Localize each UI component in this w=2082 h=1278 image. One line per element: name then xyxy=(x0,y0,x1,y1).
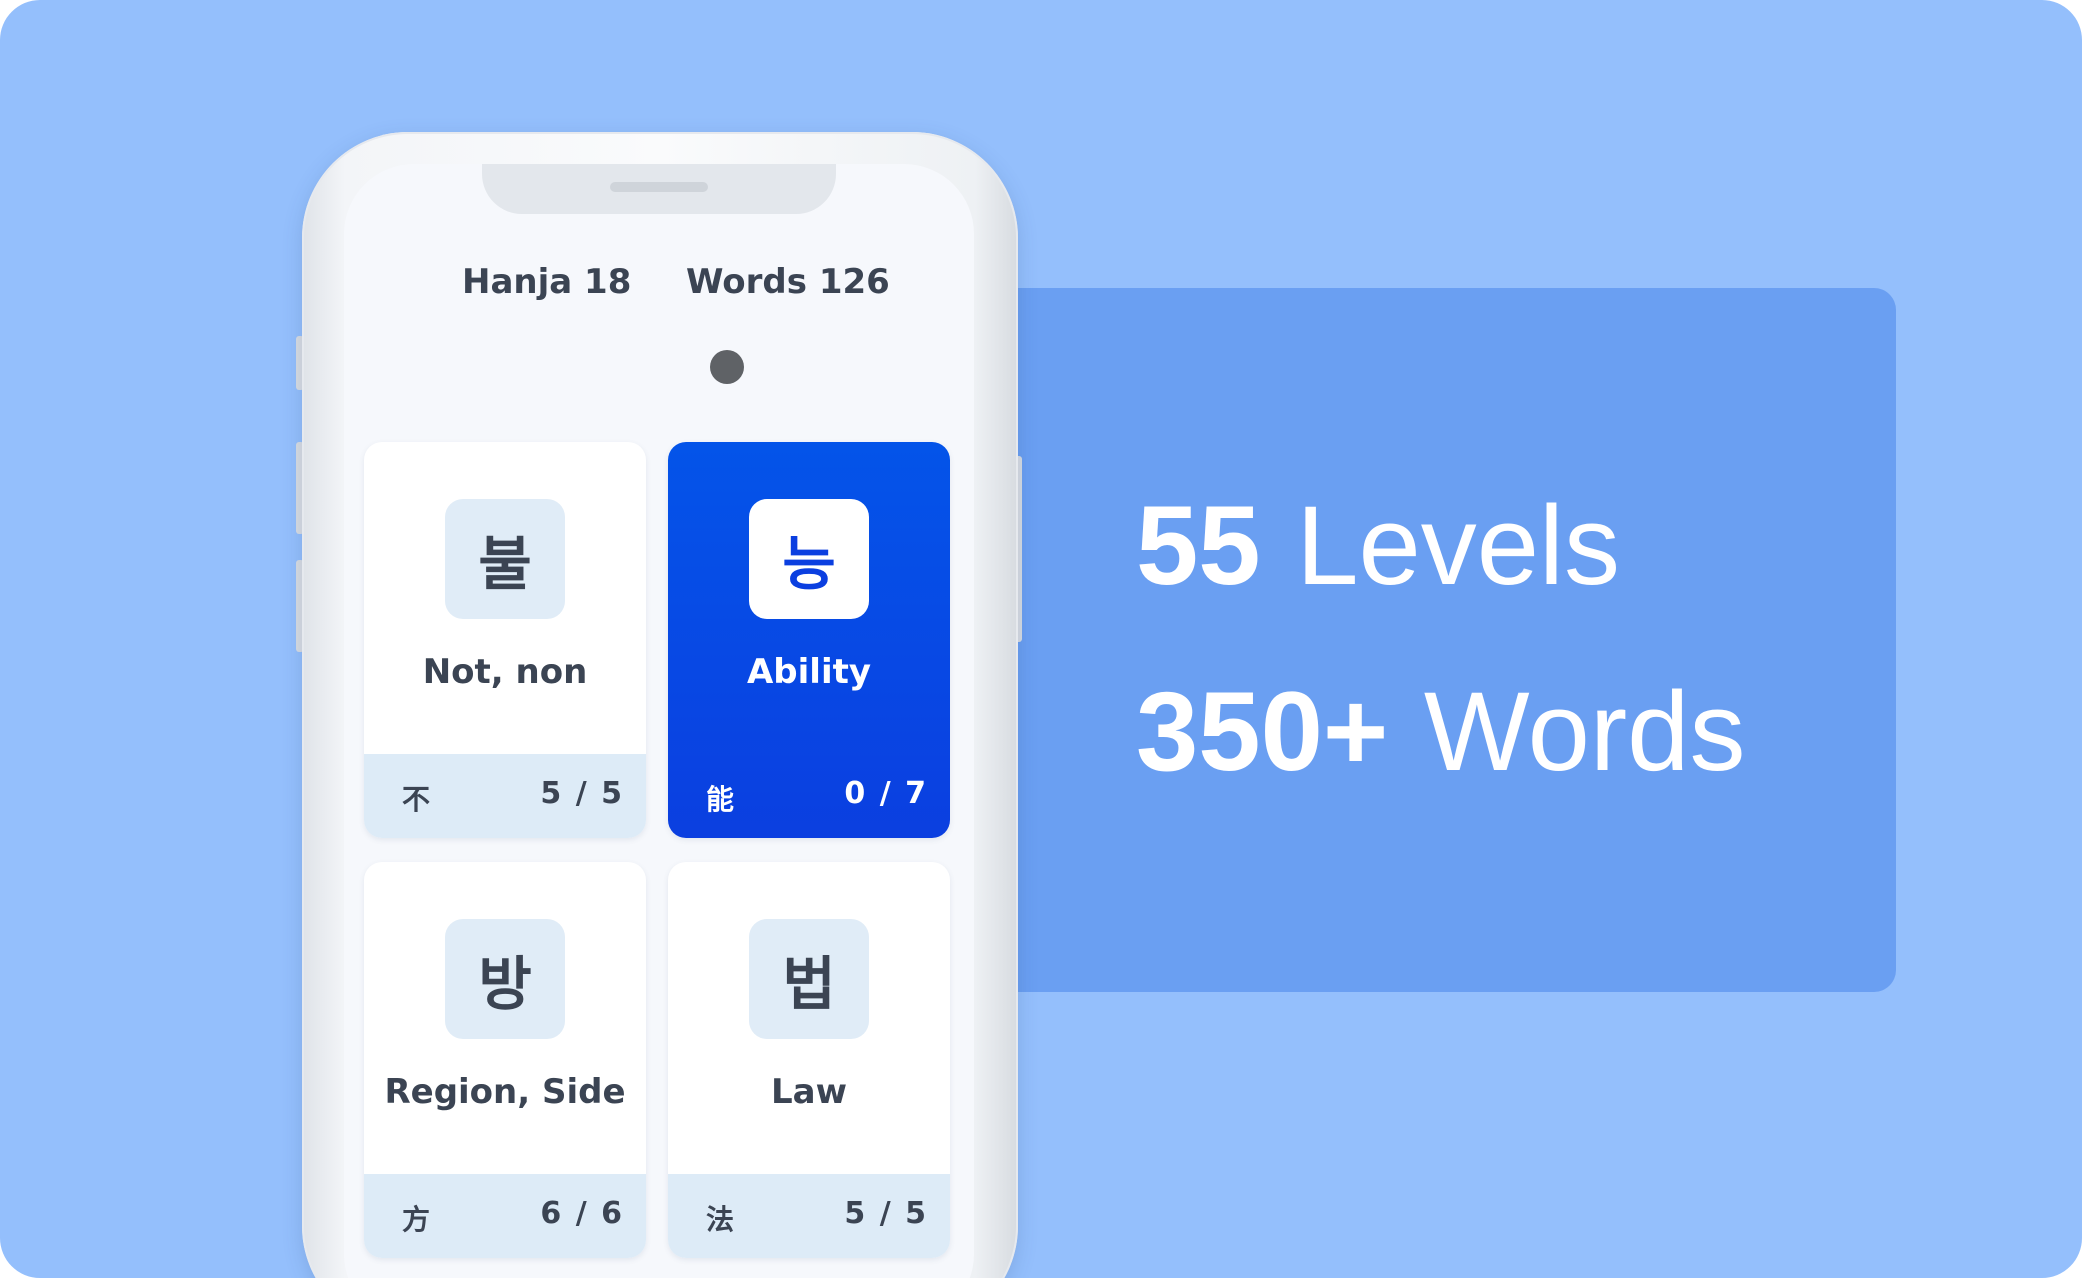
tab-indicator-dot xyxy=(710,350,744,384)
hanja-character: 方 xyxy=(402,1203,431,1236)
tab-words[interactable]: Words 126 xyxy=(686,262,890,302)
words-count: 350+ xyxy=(1136,669,1389,794)
hanja-card-region-side[interactable]: 방 Region, Side 方 6 / 6 xyxy=(364,862,646,1258)
words-label: Words xyxy=(1423,669,1746,794)
hanja-card-law[interactable]: 법 Law 法 5 / 5 xyxy=(668,862,950,1258)
card-meaning: Law xyxy=(770,1072,848,1112)
card-progress: 5 / 5 xyxy=(844,1196,928,1231)
card-meaning: Not, non xyxy=(422,652,588,692)
hangul-character: 불 xyxy=(445,499,565,619)
card-meaning: Ability xyxy=(746,652,872,692)
card-progress: 6 / 6 xyxy=(540,1196,624,1231)
tab-hanja[interactable]: Hanja 18 xyxy=(462,262,631,302)
card-progress: 5 / 5 xyxy=(540,776,624,811)
hanja-character: 能 xyxy=(706,783,735,816)
hanja-character: 法 xyxy=(706,1203,735,1236)
hanja-card-ability[interactable]: 능 Ability 能 0 / 7 xyxy=(668,442,950,838)
card-footer: 不 5 / 5 xyxy=(364,754,646,838)
promo-panel xyxy=(960,288,1896,992)
card-footer: 方 6 / 6 xyxy=(364,1174,646,1258)
hangul-character: 법 xyxy=(749,919,869,1039)
promo-background: 55 Levels 350+ Words Hanja 18 Words 126 … xyxy=(0,0,2082,1278)
levels-label: Levels xyxy=(1296,483,1620,608)
hanja-character: 不 xyxy=(402,783,431,816)
hangul-character: 능 xyxy=(749,499,869,619)
hanja-card-not-non[interactable]: 불 Not, non 不 5 / 5 xyxy=(364,442,646,838)
words-headline: 350+ Words xyxy=(1136,676,1745,788)
card-meaning: Region, Side xyxy=(384,1072,626,1112)
levels-count: 55 xyxy=(1136,483,1261,608)
levels-headline: 55 Levels xyxy=(1136,490,1620,602)
card-footer: 能 0 / 7 xyxy=(668,754,950,838)
phone-speaker xyxy=(610,182,708,192)
card-progress: 0 / 7 xyxy=(844,776,928,811)
hangul-character: 방 xyxy=(445,919,565,1039)
card-footer: 法 5 / 5 xyxy=(668,1174,950,1258)
